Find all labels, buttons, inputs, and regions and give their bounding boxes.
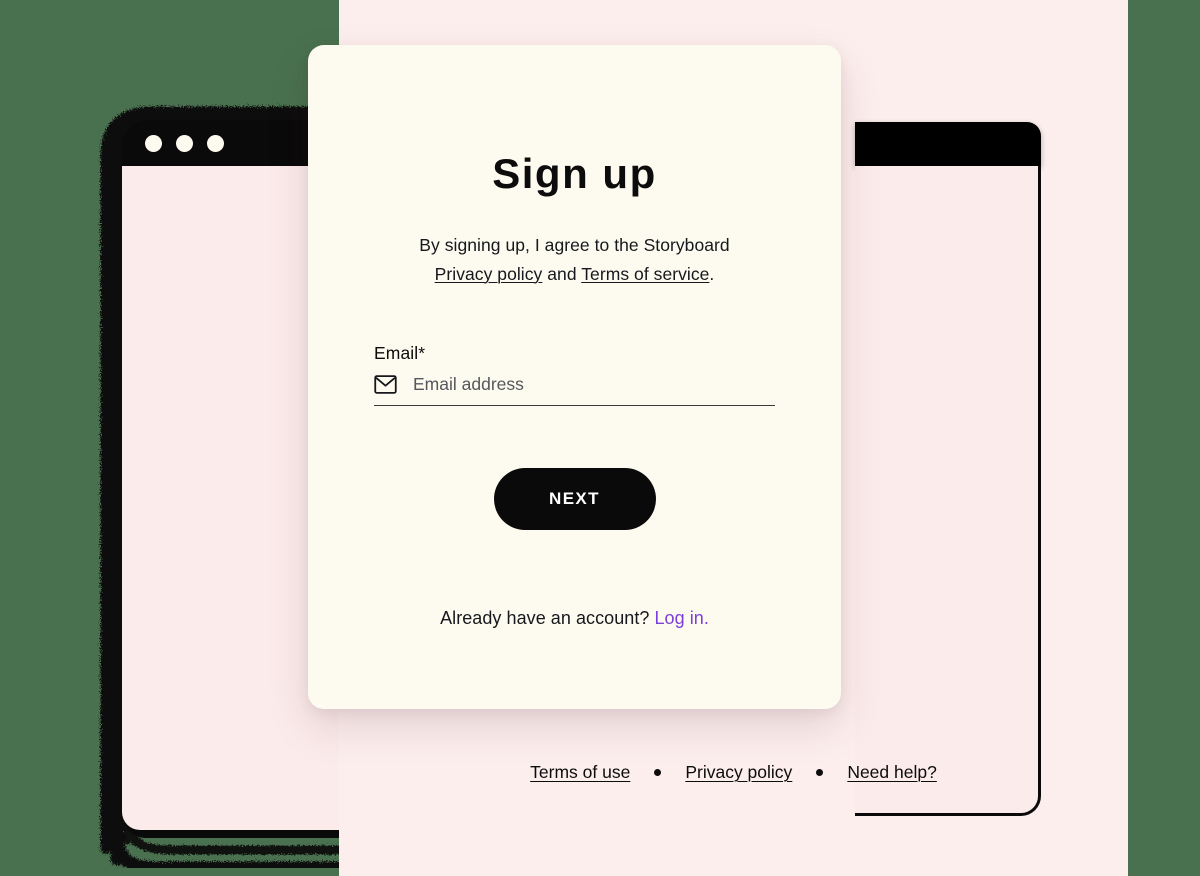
footer-link-terms-of-use[interactable]: Terms of use (530, 762, 630, 783)
browser-window-front (855, 122, 1041, 816)
page-title: Sign up (492, 150, 657, 197)
terms-of-service-link[interactable]: Terms of service (581, 264, 709, 284)
front-window-viewport (855, 166, 1041, 816)
next-button[interactable]: NEXT (493, 467, 656, 530)
screenshot-stage: Sign up By signing up, I agree to the St… (0, 0, 1200, 876)
email-field-group: Email* (368, 343, 781, 406)
window-maximize-dot-icon[interactable] (207, 134, 224, 152)
window-close-dot-icon[interactable] (145, 134, 162, 152)
footer-link-privacy-policy[interactable]: Privacy policy (685, 762, 792, 783)
footer-separator-dot-icon (816, 769, 824, 776)
email-input[interactable] (413, 373, 775, 395)
page-footer: Terms of use Privacy policy Need help? (339, 762, 1128, 783)
mail-icon (374, 374, 397, 394)
account-prompt-text: Already have an account? (440, 607, 650, 628)
front-window-titlebar (855, 122, 1041, 166)
signup-card: Sign up By signing up, I agree to the St… (308, 45, 841, 709)
legal-period: . (709, 263, 715, 284)
legal-consent-text: By signing up, I agree to the Storyboard… (368, 231, 781, 289)
privacy-policy-link[interactable]: Privacy policy (435, 264, 543, 284)
footer-separator-dot-icon (654, 769, 662, 776)
window-minimize-dot-icon[interactable] (176, 134, 193, 152)
email-field-label: Email* (374, 342, 426, 363)
legal-conjunction: and (547, 263, 577, 284)
log-in-link[interactable]: Log in. (655, 608, 709, 628)
account-prompt: Already have an account? Log in. (368, 608, 781, 629)
footer-link-need-help[interactable]: Need help? (847, 762, 937, 783)
email-input-row[interactable] (374, 373, 775, 406)
legal-lead-text: By signing up, I agree to the Storyboard (419, 235, 730, 255)
next-button-row: NEXT (368, 467, 781, 530)
